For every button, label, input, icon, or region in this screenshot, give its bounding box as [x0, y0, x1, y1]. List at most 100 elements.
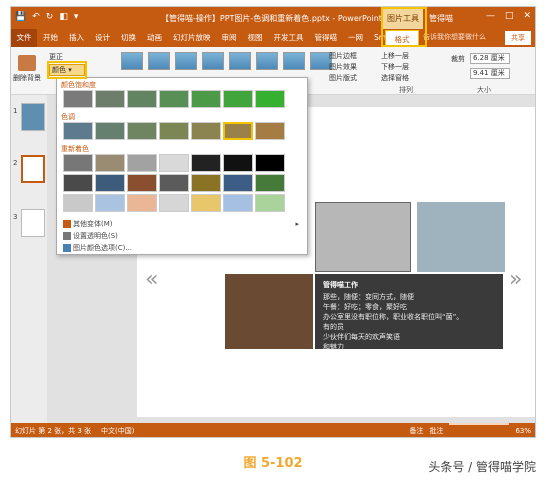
text-line-4: 有的员 [323, 323, 344, 331]
height-field[interactable]: 6.28 厘米 [470, 53, 510, 64]
recolor-swatch-7[interactable] [255, 154, 285, 172]
tab-review[interactable]: 审阅 [222, 29, 237, 47]
tone-swatch-5[interactable] [191, 122, 221, 140]
zoom-level[interactable]: 63% [515, 423, 531, 437]
comments-button[interactable]: 批注 [429, 423, 443, 437]
recolor-swatch-3[interactable] [127, 154, 157, 172]
recolor-swatch-14[interactable] [255, 174, 285, 192]
photo-office[interactable] [417, 202, 505, 272]
save-icon[interactable]: 💾 [15, 12, 26, 22]
saturation-swatch-2[interactable] [95, 90, 125, 108]
selection-pane-button[interactable]: 选择窗格 [381, 73, 409, 84]
saturation-swatch-1[interactable] [63, 90, 93, 108]
recolor-swatch-5[interactable] [191, 154, 221, 172]
recolor-swatch-1[interactable] [63, 154, 93, 172]
recolor-swatch-6[interactable] [223, 154, 253, 172]
text-line-3: 办公室里没有职位称，职业收名职位叫“菌”。 [323, 313, 464, 321]
picture-style-6[interactable] [256, 52, 278, 70]
picture-layout-button[interactable]: 图片版式 [329, 73, 357, 84]
recolor-swatch-2[interactable] [95, 154, 125, 172]
tab-home[interactable]: 开始 [43, 29, 58, 47]
saturation-header: 颜色饱和度 [61, 81, 96, 89]
tab-yiwang[interactable]: 一网 [348, 29, 363, 47]
recolor-swatch-20[interactable] [223, 194, 253, 212]
redo-icon[interactable]: ↻ [46, 12, 54, 22]
present-icon[interactable]: ◧ [59, 12, 68, 22]
picture-style-5[interactable] [229, 52, 251, 70]
picture-style-4[interactable] [202, 52, 224, 70]
ribbon-tab-row: 文件 开始 插入 设计 切换 动画 幻灯片放映 审阅 视图 开发工具 管得喵 一… [11, 29, 535, 47]
recolor-header: 重新着色 [61, 145, 89, 153]
photo-selected[interactable] [315, 202, 411, 272]
recolor-swatch-15[interactable] [63, 194, 93, 212]
tone-swatch-2[interactable] [95, 122, 125, 140]
recolor-swatch-10[interactable] [127, 174, 157, 192]
tone-swatch-1[interactable] [63, 122, 93, 140]
share-button[interactable]: 共享 [505, 31, 531, 45]
more-icon[interactable]: ▾ [74, 12, 79, 22]
tab-file[interactable]: 文件 [11, 29, 37, 47]
tone-swatch-6[interactable] [223, 122, 253, 140]
recolor-row-2 [63, 174, 285, 192]
picture-border-button[interactable]: 图片边框 [329, 51, 357, 62]
zoom-slider[interactable] [449, 423, 510, 425]
recolor-swatch-17[interactable] [127, 194, 157, 212]
tab-view[interactable]: 视图 [248, 29, 263, 47]
picture-style-1[interactable] [121, 52, 143, 70]
recolor-swatch-12[interactable] [191, 174, 221, 192]
more-variations-item[interactable]: 其他变体(M) ▸ [61, 218, 305, 230]
recolor-swatch-4[interactable] [159, 154, 189, 172]
slide-thumbnail-2[interactable] [21, 155, 45, 183]
close-icon[interactable]: ✕ [523, 11, 531, 21]
send-backward-button[interactable]: 下移一层 [381, 62, 409, 73]
slide-thumbnail-3[interactable] [21, 209, 45, 237]
tone-swatch-3[interactable] [127, 122, 157, 140]
tab-transitions[interactable]: 切换 [121, 29, 136, 47]
saturation-row [63, 90, 285, 108]
width-field[interactable]: 9.41 厘米 [470, 68, 510, 79]
tab-developer[interactable]: 开发工具 [274, 29, 304, 47]
picture-style-2[interactable] [148, 52, 170, 70]
prev-arrow-icon[interactable]: « [145, 267, 158, 292]
slide-thumbnail-1[interactable] [21, 103, 45, 131]
user-name[interactable]: 管得喵 [429, 13, 453, 24]
photo-dinner[interactable] [225, 274, 313, 349]
tab-insert[interactable]: 插入 [69, 29, 84, 47]
recolor-swatch-21[interactable] [255, 194, 285, 212]
crop-button[interactable]: 裁剪 [451, 54, 467, 64]
size-group: 裁剪 6.28 厘米 9.41 厘米 [451, 53, 533, 83]
saturation-swatch-4[interactable] [159, 90, 189, 108]
recolor-swatch-11[interactable] [159, 174, 189, 192]
notes-button[interactable]: 备注 [409, 423, 423, 437]
recolor-swatch-13[interactable] [223, 174, 253, 192]
set-transparent-item[interactable]: 设置透明色(S) [61, 230, 305, 242]
restore-icon[interactable]: □ [505, 11, 514, 21]
recolor-swatch-9[interactable] [95, 174, 125, 192]
saturation-swatch-5[interactable] [191, 90, 221, 108]
tell-me-box[interactable]: 告诉我你想要做什么 [423, 32, 486, 42]
tab-animations[interactable]: 动画 [147, 29, 162, 47]
quick-access-toolbar: 💾 ↶ ↻ ◧ ▾ [15, 12, 78, 22]
next-arrow-icon[interactable]: » [509, 267, 522, 292]
minimize-icon[interactable]: — [486, 11, 495, 21]
recolor-swatch-19[interactable] [191, 194, 221, 212]
saturation-swatch-7[interactable] [255, 90, 285, 108]
tab-slideshow[interactable]: 幻灯片放映 [173, 29, 211, 47]
tab-guandemiao[interactable]: 管得喵 [315, 29, 338, 47]
undo-icon[interactable]: ↶ [32, 12, 40, 22]
picture-effects-button[interactable]: 图片效果 [329, 62, 357, 73]
picture-style-7[interactable] [283, 52, 305, 70]
submenu-arrow-icon: ▸ [295, 220, 299, 228]
tab-design[interactable]: 设计 [95, 29, 110, 47]
recolor-swatch-8[interactable] [63, 174, 93, 192]
saturation-swatch-3[interactable] [127, 90, 157, 108]
picture-color-options-item[interactable]: 图片颜色选项(C)... [61, 242, 305, 254]
tone-swatch-7[interactable] [255, 122, 285, 140]
remove-background-button[interactable]: 删除背景 [13, 55, 41, 83]
recolor-swatch-16[interactable] [95, 194, 125, 212]
saturation-swatch-6[interactable] [223, 90, 253, 108]
bring-forward-button[interactable]: 上移一层 [381, 51, 409, 62]
tone-swatch-4[interactable] [159, 122, 189, 140]
picture-style-3[interactable] [175, 52, 197, 70]
recolor-swatch-18[interactable] [159, 194, 189, 212]
